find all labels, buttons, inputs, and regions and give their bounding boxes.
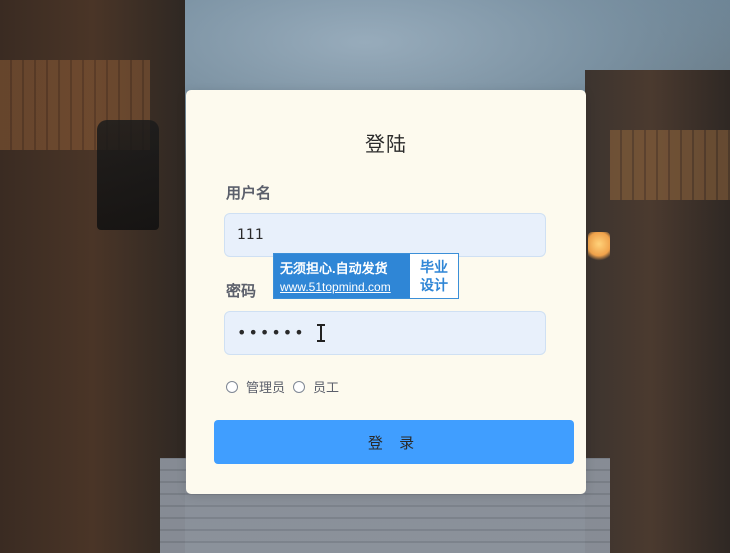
watermark-side-line2: 设计 — [420, 277, 448, 293]
radio-icon[interactable] — [293, 380, 306, 393]
role-staff-option[interactable]: 员工 — [293, 377, 339, 396]
password-label: 密码 — [226, 282, 257, 300]
watermark-url: www.51topmind.com — [280, 280, 391, 294]
login-title: 登陆 — [365, 132, 407, 156]
password-input[interactable]: •••••• — [224, 311, 546, 355]
watermark-main: 无须担心.自动发货 www.51topmind.com — [274, 254, 410, 298]
username-input[interactable]: 111 — [224, 213, 546, 257]
username-label: 用户名 — [226, 184, 272, 202]
role-staff-label: 员工 — [313, 381, 340, 396]
role-radio-group: 管理员 员工 — [226, 377, 339, 396]
glowing-lantern — [588, 232, 610, 262]
left-building — [0, 0, 185, 553]
password-masked-value: •••••• — [237, 323, 306, 342]
username-value: 111 — [237, 227, 264, 243]
watermark-side-line1: 毕业 — [420, 259, 448, 275]
role-admin-option[interactable]: 管理员 — [226, 377, 285, 396]
watermark-side: 毕业 设计 — [410, 254, 458, 298]
role-admin-label: 管理员 — [246, 381, 286, 396]
ibeam-cursor-icon — [316, 324, 325, 342]
radio-icon[interactable] — [226, 380, 238, 393]
street-lantern — [97, 120, 159, 230]
watermark-line1: 无须担心.自动发货 — [280, 261, 388, 276]
login-submit-button[interactable]: 登 录 — [214, 420, 574, 464]
watermark-badge: 无须担心.自动发货 www.51topmind.com 毕业 设计 — [273, 253, 459, 299]
